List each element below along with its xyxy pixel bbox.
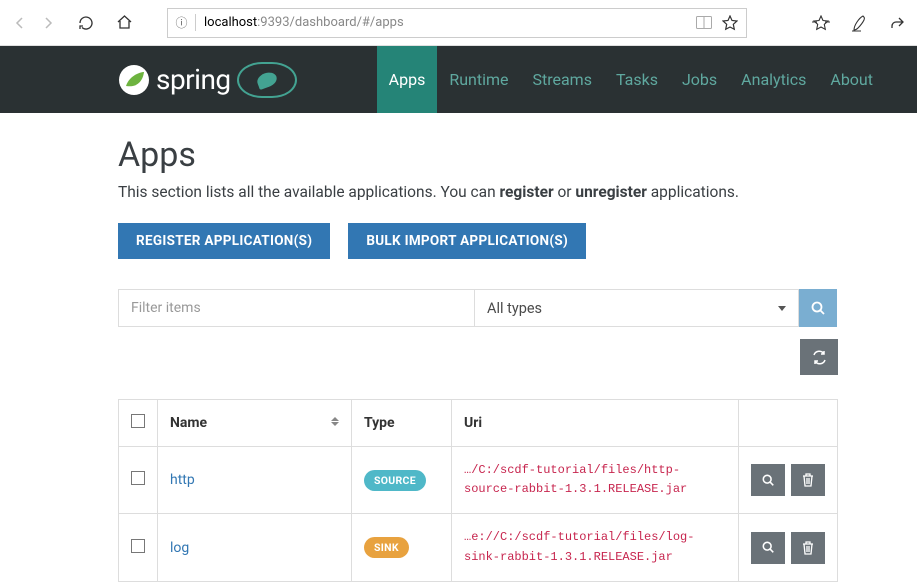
select-all-checkbox[interactable] <box>131 414 145 428</box>
nav-link-apps[interactable]: Apps <box>377 46 438 113</box>
url-text: localhost:9393/dashboard/#/apps <box>196 15 412 30</box>
delete-button[interactable] <box>791 464 825 496</box>
share-icon[interactable] <box>887 13 907 33</box>
reload-icon[interactable] <box>76 13 96 33</box>
filter-input[interactable] <box>118 289 475 327</box>
notes-icon[interactable] <box>849 13 869 33</box>
main-content: Apps This section lists all the availabl… <box>0 113 917 582</box>
cloud-leaf-icon <box>237 62 297 98</box>
column-header-actions <box>739 400 838 447</box>
page-description: This section lists all the available app… <box>118 183 837 201</box>
type-dropdown-label: All types <box>487 300 542 317</box>
search-button[interactable] <box>799 289 837 327</box>
sort-icon <box>331 417 339 426</box>
column-header-type: Type <box>352 400 452 447</box>
refresh-icon <box>812 350 827 365</box>
row-checkbox[interactable] <box>131 539 145 553</box>
forward-icon[interactable] <box>38 13 58 33</box>
info-icon[interactable]: ⓘ <box>168 14 196 31</box>
uri-text: …/C:/scdf-tutorial/files/http-source-rab… <box>464 463 687 496</box>
top-nav: spring AppsRuntimeStreamsTasksJobsAnalyt… <box>0 46 917 113</box>
brand-logo: spring <box>118 46 297 113</box>
bulk-import-button[interactable]: BULK IMPORT APPLICATION(S) <box>348 223 586 259</box>
table-row: log SINK …e://C:/scdf-tutorial/files/log-s… <box>119 514 838 581</box>
spring-icon <box>118 64 150 96</box>
brand-text: spring <box>156 63 231 96</box>
nav-link-about[interactable]: About <box>818 46 885 113</box>
back-icon[interactable] <box>10 13 30 33</box>
chevron-down-icon <box>778 306 786 311</box>
app-name-link[interactable]: log <box>170 540 189 556</box>
search-icon <box>811 301 826 316</box>
delete-button[interactable] <box>791 532 825 564</box>
type-badge: SOURCE <box>364 470 426 491</box>
nav-link-runtime[interactable]: Runtime <box>437 46 520 113</box>
app-name-link[interactable]: http <box>170 472 195 488</box>
page-title: Apps <box>118 135 837 175</box>
view-details-button[interactable] <box>751 464 785 496</box>
column-header-uri: Uri <box>452 400 739 447</box>
browser-toolbar: ⓘ localhost:9393/dashboard/#/apps <box>0 0 917 46</box>
home-icon[interactable] <box>114 13 134 33</box>
type-badge: SINK <box>364 537 409 558</box>
reader-icon[interactable] <box>696 16 712 29</box>
refresh-button[interactable] <box>800 339 838 375</box>
star-icon[interactable] <box>722 15 738 31</box>
nav-link-jobs[interactable]: Jobs <box>670 46 729 113</box>
column-header-name[interactable]: Name <box>158 400 352 447</box>
apps-table: Name Type Uri http SOURCE …/C:/scdf-tutori… <box>118 399 838 582</box>
favorites-icon[interactable] <box>811 13 831 33</box>
nav-link-analytics[interactable]: Analytics <box>729 46 818 113</box>
table-row: http SOURCE …/C:/scdf-tutorial/files/http-… <box>119 447 838 514</box>
nav-link-streams[interactable]: Streams <box>520 46 603 113</box>
type-dropdown[interactable]: All types <box>475 289 799 327</box>
view-details-button[interactable] <box>751 532 785 564</box>
address-bar[interactable]: ⓘ localhost:9393/dashboard/#/apps <box>167 8 747 38</box>
nav-link-tasks[interactable]: Tasks <box>604 46 670 113</box>
row-checkbox[interactable] <box>131 471 145 485</box>
register-application-button[interactable]: REGISTER APPLICATION(S) <box>118 223 330 259</box>
uri-text: …e://C:/scdf-tutorial/files/log-sink-rab… <box>464 530 694 563</box>
